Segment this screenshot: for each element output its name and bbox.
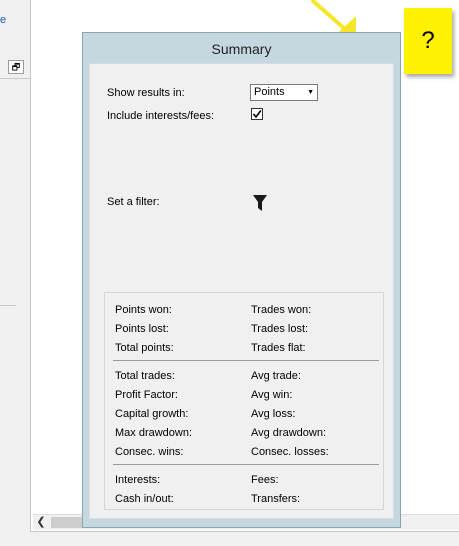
trades-flat-label: Trades flat:: [251, 342, 306, 354]
stats-separator: [113, 464, 379, 465]
filter-funnel-icon[interactable]: [253, 195, 267, 211]
stats-separator: [113, 360, 379, 361]
points-won-label: Points won:: [115, 304, 172, 316]
summary-body: Show results in: Points ▼ Include intere…: [89, 63, 394, 519]
scroll-left-arrow-icon[interactable]: ❮: [33, 515, 49, 530]
summary-panel: Summary Show results in: Points ▼ Includ…: [82, 32, 401, 528]
fees-label: Fees:: [251, 474, 279, 486]
points-lost-label: Points lost:: [115, 323, 169, 335]
show-results-value: Points: [254, 86, 285, 98]
capital-growth-label: Capital growth:: [115, 408, 189, 420]
show-results-label: Show results in:: [107, 87, 185, 99]
stats-box: Points won: Trades won: Points lost: Tra…: [104, 292, 384, 510]
total-points-label: Total points:: [115, 342, 174, 354]
trades-lost-label: Trades lost:: [251, 323, 309, 335]
show-results-dropdown[interactable]: Points ▼: [250, 84, 318, 101]
pointer-arrow-shaft: [310, 0, 348, 32]
include-interests-checkbox[interactable]: [251, 108, 263, 120]
transfers-label: Transfers:: [251, 493, 301, 505]
consec-wins-label: Consec. wins:: [115, 446, 184, 458]
chevron-down-icon: ▼: [307, 89, 314, 96]
help-note-label: ?: [421, 27, 435, 54]
avg-trade-label: Avg trade:: [251, 370, 301, 382]
left-panel-link-fragment[interactable]: e: [0, 14, 6, 26]
trades-won-label: Trades won:: [251, 304, 312, 316]
left-side-panel: e 🗗: [0, 0, 30, 546]
summary-title: Summary: [211, 41, 272, 57]
restore-window-icon: 🗗: [11, 62, 21, 72]
include-interests-label: Include interests/fees:: [107, 110, 215, 122]
profit-factor-label: Profit Factor:: [115, 389, 178, 401]
left-panel-divider-lower: [0, 305, 16, 306]
left-panel-divider: [0, 78, 30, 79]
avg-loss-label: Avg loss:: [251, 408, 296, 420]
cash-in-out-label: Cash in/out:: [115, 493, 174, 505]
filter-label: Set a filter:: [107, 196, 160, 208]
total-trades-label: Total trades:: [115, 370, 175, 382]
checkmark-icon: [252, 110, 262, 119]
avg-drawdown-label: Avg drawdown:: [251, 427, 327, 439]
max-drawdown-label: Max drawdown:: [115, 427, 193, 439]
interests-label: Interests:: [115, 474, 161, 486]
restore-window-button[interactable]: 🗗: [8, 60, 24, 74]
avg-win-label: Avg win:: [251, 389, 293, 401]
consec-losses-label: Consec. losses:: [251, 446, 329, 458]
help-sticky-note[interactable]: ?: [404, 8, 452, 74]
